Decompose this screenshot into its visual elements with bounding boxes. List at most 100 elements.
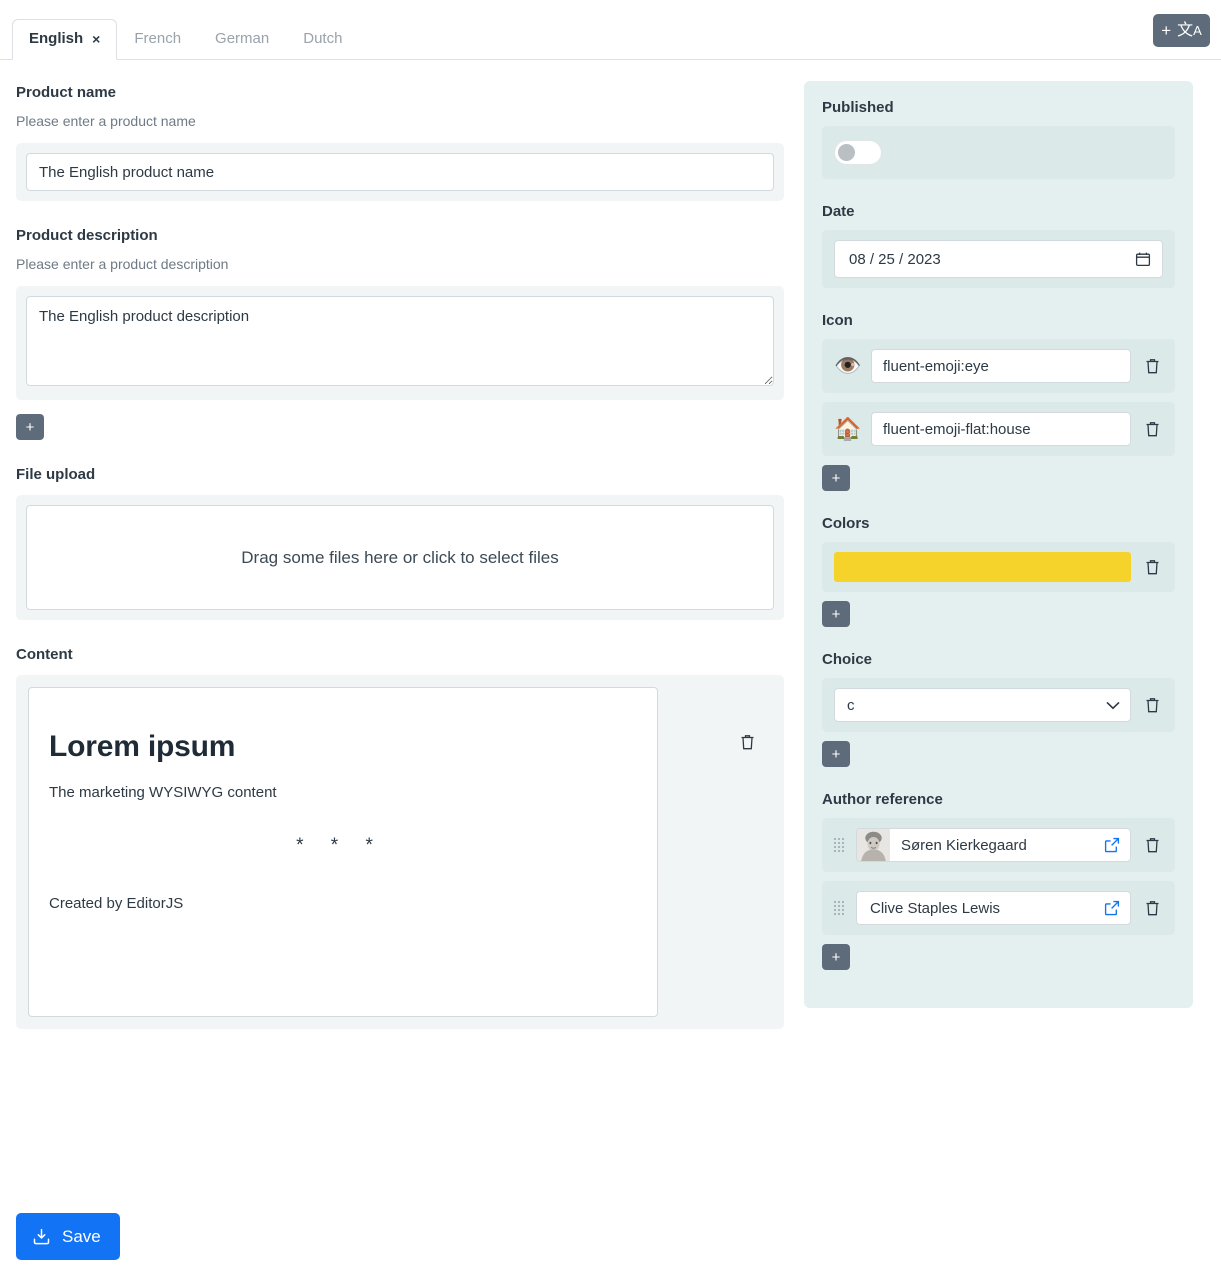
trash-icon [1146, 359, 1159, 374]
drag-handle-icon-1[interactable] [834, 901, 845, 915]
published-toggle[interactable] [834, 140, 882, 165]
attributes-sidebar: Published Date 08 / 25 / 2023 Icon 👁️ fl… [804, 81, 1193, 1008]
icon-input-1[interactable] [871, 412, 1131, 446]
author-name-0: Søren Kierkegaard [901, 836, 1027, 854]
tab-french-label: French [134, 30, 182, 47]
translate-icon: 文A [1177, 21, 1202, 39]
field-date: Date 08 / 25 / 2023 [822, 203, 1175, 288]
delete-content-button[interactable] [739, 733, 756, 751]
external-link-icon-1[interactable] [1104, 900, 1120, 916]
calendar-icon[interactable] [1135, 251, 1151, 267]
field-file-upload: File upload Drag some files here or clic… [16, 466, 784, 620]
author-reference-field-1[interactable]: Clive Staples Lewis [856, 891, 1131, 925]
avatar-soren-kierkegaard [857, 829, 890, 861]
color-swatch-0[interactable] [834, 552, 1131, 582]
author-group-1: Clive Staples Lewis [822, 881, 1175, 935]
close-icon[interactable]: × [92, 32, 100, 46]
field-author-reference: Author reference Søren Kierkegaard Clive… [822, 791, 1175, 970]
field-colors: Colors + [822, 515, 1175, 627]
date-input[interactable]: 08 / 25 / 2023 [834, 240, 1163, 278]
add-author-button[interactable]: + [822, 944, 850, 970]
tab-dutch[interactable]: Dutch [286, 19, 359, 60]
add-color-button[interactable]: + [822, 601, 850, 627]
author-reference-label: Author reference [822, 791, 943, 808]
field-product-description: Product description Please enter a produ… [16, 227, 784, 440]
toggle-knob [838, 144, 855, 161]
trash-icon [1146, 422, 1159, 437]
product-name-help: Please enter a product name [16, 113, 196, 129]
tab-english-label: English [29, 30, 84, 47]
product-description-textarea[interactable]: The English product description [26, 296, 774, 386]
colors-group-0 [822, 542, 1175, 592]
product-name-input[interactable] [26, 153, 774, 191]
delete-author-button-1[interactable] [1142, 899, 1163, 917]
add-choice-button[interactable]: + [822, 741, 850, 767]
date-label: Date [822, 203, 855, 220]
trash-icon [1146, 901, 1159, 916]
content-label: Content [16, 646, 73, 663]
field-choice: Choice c + [822, 651, 1175, 767]
choice-value-0: c [847, 696, 855, 714]
tab-dutch-label: Dutch [303, 30, 343, 47]
author-group-0: Søren Kierkegaard [822, 818, 1175, 872]
icon-label: Icon [822, 312, 853, 329]
delete-choice-button-0[interactable] [1142, 696, 1163, 714]
editorjs-canvas[interactable]: Lorem ipsum The marketing WYSIWYG conten… [28, 687, 658, 1017]
choice-label: Choice [822, 651, 873, 668]
file-upload-wrapper: Drag some files here or click to select … [16, 495, 784, 620]
save-button-label: Save [62, 1226, 101, 1246]
save-button[interactable]: Save [16, 1213, 120, 1260]
colors-label: Colors [822, 515, 870, 532]
add-product-description-button[interactable]: + [16, 414, 44, 440]
field-published: Published [822, 99, 1175, 179]
main-form-column: Product name Please enter a product name… [0, 60, 800, 1055]
add-icon-button[interactable]: + [822, 465, 850, 491]
author-name-1: Clive Staples Lewis [870, 899, 1001, 917]
file-dropzone[interactable]: Drag some files here or click to select … [26, 505, 774, 610]
sidebar-column: Published Date 08 / 25 / 2023 Icon 👁️ fl… [800, 60, 1205, 1008]
choice-select-0[interactable]: c [834, 688, 1131, 722]
editor-footer-paragraph: Created by EditorJS [49, 895, 184, 912]
file-upload-label: File upload [16, 466, 96, 483]
tab-english[interactable]: English × [12, 19, 118, 60]
delete-author-button-0[interactable] [1142, 836, 1163, 854]
product-description-wrapper: The English product description [16, 286, 784, 400]
external-link-icon-0[interactable] [1104, 837, 1120, 853]
editor-delimiter: * * * [296, 835, 384, 856]
field-product-name: Product name Please enter a product name [16, 84, 784, 201]
trash-icon [1146, 698, 1159, 713]
icon-input-0[interactable] [871, 349, 1131, 383]
editor-paragraph: The marketing WYSIWYG content [49, 784, 277, 801]
icon-group-1: 🏠 [822, 402, 1175, 456]
save-icon [32, 1227, 51, 1246]
trash-icon [1146, 838, 1159, 853]
plus-icon: + [1161, 21, 1172, 40]
author-reference-field-0[interactable]: Søren Kierkegaard [856, 828, 1131, 862]
file-dropzone-text: Drag some files here or click to select … [241, 547, 559, 567]
content-editor-wrapper: Lorem ipsum The marketing WYSIWYG conten… [16, 675, 784, 1029]
choice-group-0: c [822, 678, 1175, 732]
product-name-wrapper [16, 143, 784, 201]
house-emoji-icon: 🏠 [834, 416, 862, 441]
trash-icon [1146, 560, 1159, 575]
product-description-help: Please enter a product description [16, 256, 229, 272]
field-icon: Icon 👁️ 🏠 [822, 312, 1175, 491]
date-group: 08 / 25 / 2023 [822, 230, 1175, 288]
editor-heading: Lorem ipsum [49, 730, 236, 763]
eye-emoji-icon: 👁️ [834, 353, 862, 378]
field-content: Content Lorem ipsum The marketing WYSIWY… [16, 646, 784, 1029]
date-value: 08 / 25 / 2023 [849, 250, 941, 268]
language-tab-bar: English × French German Dutch [0, 0, 1221, 60]
published-label: Published [822, 99, 894, 116]
drag-handle-icon-0[interactable] [834, 838, 845, 852]
chevron-down-icon [1106, 701, 1120, 710]
published-group [822, 126, 1175, 179]
page-body: Product name Please enter a product name… [0, 60, 1221, 1055]
delete-icon-button-1[interactable] [1142, 420, 1163, 438]
delete-color-button-0[interactable] [1142, 558, 1163, 576]
icon-group-0: 👁️ [822, 339, 1175, 393]
add-language-button[interactable]: + 文A [1153, 14, 1210, 47]
tab-german[interactable]: German [198, 19, 286, 60]
delete-icon-button-0[interactable] [1142, 357, 1163, 375]
tab-french[interactable]: French [117, 19, 198, 60]
